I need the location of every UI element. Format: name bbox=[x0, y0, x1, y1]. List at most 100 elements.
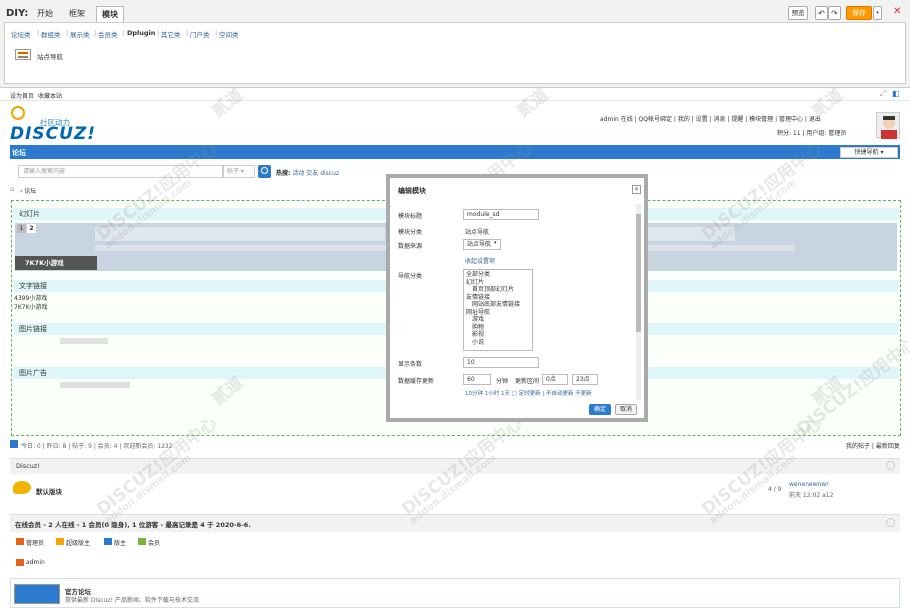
group-label: 超级版主 bbox=[66, 540, 91, 547]
undo-icon[interactable]: ↶ bbox=[815, 6, 828, 20]
user-info[interactable]: 积分: 11 | 用户组: 管理员 bbox=[777, 128, 846, 137]
search-type-select[interactable]: 帖子 ▾ bbox=[223, 165, 255, 178]
redo-icon[interactable]: ↷ bbox=[828, 6, 841, 20]
category-title[interactable]: Discuz! bbox=[16, 462, 40, 470]
stats-icon bbox=[10, 440, 18, 448]
link-desc: 提供最新 Discuz! 产品新闻、软件下载与技术交流 bbox=[65, 597, 199, 604]
list-item[interactable]: 网站底部友情链接 bbox=[466, 301, 530, 309]
list-item[interactable]: 幻灯片 bbox=[466, 279, 530, 287]
home-icon[interactable]: ⌂ bbox=[10, 185, 14, 193]
stats-links[interactable]: 我的帖子 | 最新回复 bbox=[846, 441, 900, 450]
list-item[interactable]: 友情链接 bbox=[466, 294, 530, 302]
list-item[interactable]: 游戏 bbox=[466, 316, 530, 324]
tab-start[interactable]: 开始 bbox=[32, 6, 58, 22]
discuz-logo-image[interactable] bbox=[14, 584, 60, 604]
field-label: 显示条数 bbox=[398, 361, 423, 368]
list-item[interactable]: 购物 bbox=[466, 324, 530, 332]
list-item[interactable]: 小说 bbox=[466, 339, 530, 347]
chevron-down-icon[interactable]: ▾ bbox=[494, 240, 497, 246]
collapse-icon[interactable] bbox=[886, 461, 895, 470]
supermod-group-icon bbox=[56, 538, 64, 545]
forum-stats: 今日: 0 | 昨日: 8 | 帖子: 9 | 会员: 4 | 欢迎新会员: 1… bbox=[21, 443, 173, 450]
hot-link[interactable]: discuz bbox=[320, 170, 339, 177]
interval-label: 更新区间 bbox=[515, 378, 540, 385]
field-label: 导航分类 bbox=[398, 273, 423, 280]
category-other[interactable]: 其它类 bbox=[161, 29, 181, 39]
list-item[interactable]: 全部分类 bbox=[466, 271, 530, 279]
block-site-nav[interactable]: 站点导航 bbox=[15, 49, 67, 61]
hot-link[interactable]: 活动 bbox=[292, 170, 304, 177]
board-icon bbox=[13, 481, 31, 494]
display-count-input[interactable]: 10 bbox=[463, 357, 539, 368]
style-icon[interactable]: ◧ bbox=[892, 89, 900, 98]
interval-to-select[interactable]: 23点 bbox=[572, 374, 598, 385]
save-dropdown-icon[interactable]: ▾ bbox=[873, 6, 882, 20]
list-item[interactable]: 首页顶部幻灯片 bbox=[466, 286, 530, 294]
module-category: 站点导航 bbox=[465, 229, 490, 236]
tab-module[interactable]: 模块 bbox=[96, 6, 124, 23]
category-group[interactable]: 群组类 bbox=[41, 29, 61, 39]
last-post-time: 前天 12:02 a12 bbox=[789, 492, 834, 499]
site-logo[interactable]: DISCUZ! bbox=[10, 124, 96, 144]
field-label: 模块标题 bbox=[398, 213, 423, 220]
hot-link[interactable]: 交友 bbox=[306, 170, 318, 177]
module-title-input[interactable]: module_sd bbox=[463, 209, 539, 220]
field-label: 数据来源 bbox=[398, 243, 423, 250]
slide-page-1[interactable]: 1 bbox=[17, 224, 26, 233]
cancel-button[interactable]: 取消 bbox=[615, 404, 637, 415]
online-title[interactable]: 在线会员 - 2 人在线 - 1 会员(0 隐身), 1 位游客 - 最高记录是… bbox=[15, 519, 251, 529]
diy-panel: 论坛类 | 群组类 | 展示类 | 会员类 | Dplugin | 其它类 | … bbox=[4, 22, 906, 84]
block-label: 站点导航 bbox=[37, 53, 63, 61]
cache-input[interactable]: 60 bbox=[463, 374, 491, 385]
scrollbar-thumb[interactable] bbox=[636, 214, 641, 332]
cache-unit: 分钟 bbox=[496, 378, 509, 385]
quick-cache-options[interactable]: 10分钟 1小时 1天 □ 定时更新 | 不自动更新 不更新 bbox=[465, 389, 592, 397]
edit-module-dialog: 编辑模块 ✕ 模块标题 module_sd 模块分类 站点导航 数据来源 站点导… bbox=[386, 174, 648, 422]
board-counts: 4 / 9 bbox=[768, 486, 782, 493]
module-icon bbox=[15, 49, 31, 60]
close-diy-icon[interactable]: ✕ bbox=[893, 6, 901, 17]
nav-item-forum[interactable]: 论坛 bbox=[12, 148, 26, 158]
bookmark-link[interactable]: 收藏本站 bbox=[38, 91, 62, 100]
group-label: 会员 bbox=[148, 540, 161, 547]
nav-category-list[interactable]: 全部分类 幻灯片 首页顶部幻灯片 友情链接 网站底部友情链接 网址导航 游戏 购… bbox=[463, 269, 533, 351]
hot-label: 热搜: bbox=[276, 170, 291, 177]
category-forum[interactable]: 论坛类 bbox=[11, 29, 31, 39]
slide-page-2[interactable]: 2 bbox=[27, 224, 36, 233]
close-icon[interactable]: ✕ bbox=[632, 185, 641, 194]
collapse-icon[interactable] bbox=[886, 518, 895, 527]
interval-from-select[interactable]: 0点 bbox=[542, 374, 568, 385]
diy-label: DIY: bbox=[6, 8, 29, 19]
online-member[interactable]: admin bbox=[26, 559, 45, 566]
category-display[interactable]: 展示类 bbox=[70, 29, 90, 39]
search-input[interactable]: 请输入搜索内容 bbox=[18, 165, 223, 178]
category-member[interactable]: 会员类 bbox=[98, 29, 118, 39]
category-portal[interactable]: 门户类 bbox=[190, 29, 210, 39]
breadcrumb[interactable]: › 论坛 bbox=[20, 186, 36, 195]
save-button[interactable]: 保存 bbox=[846, 6, 872, 20]
expand-icon[interactable]: ⤢ bbox=[880, 89, 886, 99]
last-post-user[interactable]: wenenewnwr bbox=[789, 481, 829, 488]
preview-button[interactable]: 预览 bbox=[788, 6, 808, 20]
category-space[interactable]: 空间类 bbox=[219, 29, 239, 39]
search-icon[interactable] bbox=[258, 165, 271, 178]
group-label: 管理员 bbox=[26, 540, 45, 547]
member-group-icon bbox=[138, 538, 146, 545]
group-label: 版主 bbox=[114, 540, 127, 547]
user-bar[interactable]: admin 在线 | QQ帐号绑定 | 我的 | 设置 | 消息 | 提醒 | … bbox=[600, 114, 821, 123]
quick-nav-button[interactable]: 快捷导航 ▾ bbox=[840, 147, 898, 158]
logo-icon bbox=[11, 106, 25, 120]
diy-toolbar: DIY: 开始 框架 模块 预览 ↶ ↷ 保存 ▾ ✕ 论坛类 | 群组类 | … bbox=[0, 0, 910, 88]
text-link[interactable]: 7K7K小游戏 bbox=[14, 302, 48, 311]
settings-toggle-link[interactable]: 收起设置项 bbox=[465, 256, 495, 265]
list-item[interactable]: 网址导航 bbox=[466, 309, 530, 317]
set-home-link[interactable]: 设为首页 bbox=[10, 91, 34, 100]
category-dplugin[interactable]: Dplugin bbox=[127, 29, 155, 37]
avatar[interactable] bbox=[876, 112, 900, 139]
board-title[interactable]: 默认版块 bbox=[36, 486, 62, 496]
text-link[interactable]: 4399小游戏 bbox=[14, 293, 47, 302]
admin-user-icon bbox=[16, 559, 24, 566]
tab-frame[interactable]: 框架 bbox=[64, 6, 90, 22]
confirm-button[interactable]: 确定 bbox=[589, 404, 611, 415]
list-item[interactable]: 影视 bbox=[466, 331, 530, 339]
